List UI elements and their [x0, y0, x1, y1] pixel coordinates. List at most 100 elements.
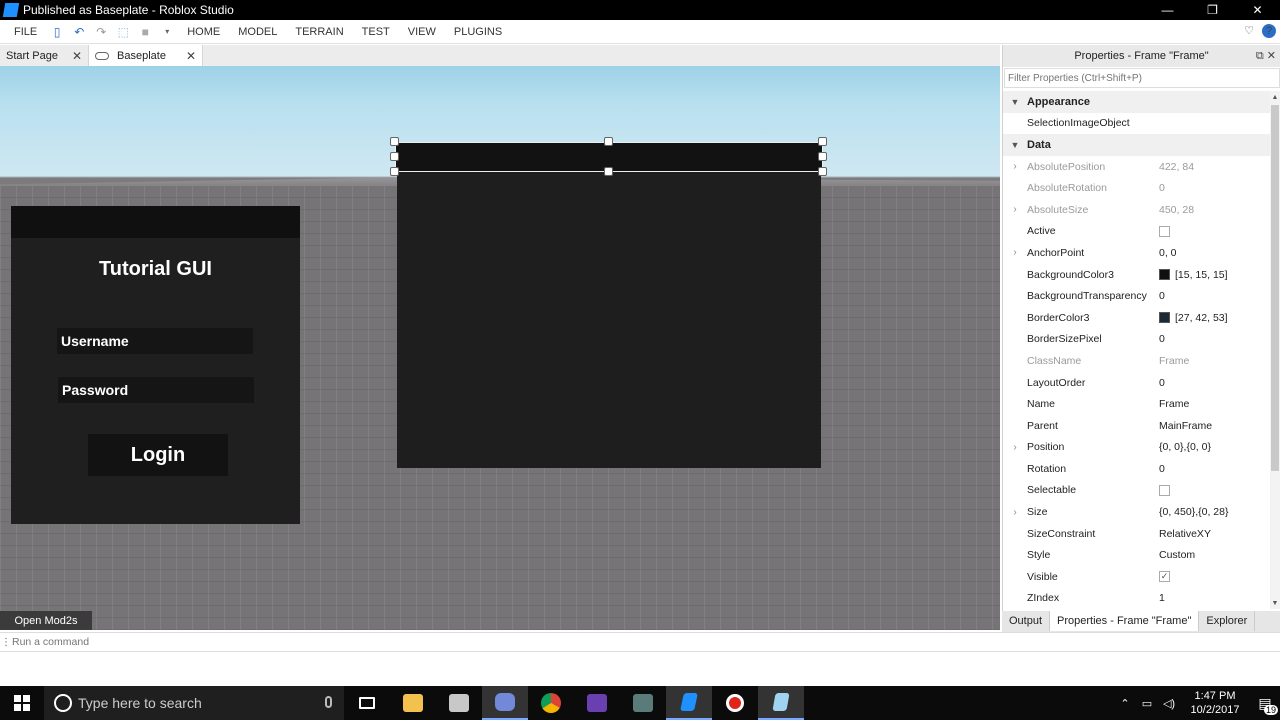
recorder-icon[interactable] — [712, 686, 758, 720]
prop-row[interactable]: BackgroundTransparency 0 — [1003, 285, 1271, 307]
prop-row[interactable]: › AbsolutePosition 422, 84 — [1003, 156, 1271, 178]
visible-checkbox[interactable]: ✓ — [1159, 571, 1170, 583]
prop-row[interactable]: BorderColor3 [27, 42, 53] — [1003, 307, 1271, 329]
prop-value[interactable]: Custom — [1159, 549, 1271, 561]
prop-row[interactable]: › AnchorPoint 0, 0 — [1003, 242, 1271, 264]
prop-row[interactable]: › AbsoluteSize 450, 28 — [1003, 199, 1271, 221]
menu-file[interactable]: FILE — [0, 26, 46, 38]
new-file-icon[interactable]: ▯ — [50, 25, 64, 39]
network-icon[interactable]: ▭ — [1136, 697, 1158, 710]
command-input[interactable] — [12, 636, 1212, 648]
resize-handle[interactable] — [818, 137, 827, 146]
task-view-icon[interactable] — [344, 686, 390, 720]
store-icon[interactable] — [436, 686, 482, 720]
prop-row[interactable]: AbsoluteRotation 0 — [1003, 177, 1271, 199]
prop-row[interactable]: › Size {0, 450},{0, 28} — [1003, 501, 1271, 523]
ribbon-collapse-icon[interactable]: ♡ — [1244, 24, 1254, 38]
close-tab-icon[interactable]: ✕ — [186, 49, 196, 63]
prop-row[interactable]: Style Custom — [1003, 544, 1271, 566]
taskbar-search[interactable]: Type here to search — [44, 686, 344, 720]
active-checkbox[interactable] — [1159, 225, 1170, 237]
prop-row[interactable]: BorderSizePixel 0 — [1003, 329, 1271, 351]
prop-row[interactable]: Rotation 0 — [1003, 458, 1271, 480]
main-frame[interactable] — [397, 142, 821, 468]
prop-row[interactable]: Parent MainFrame — [1003, 415, 1271, 437]
prop-row[interactable]: › Position {0, 0},{0, 0} — [1003, 437, 1271, 459]
menu-terrain[interactable]: TERRAIN — [286, 26, 352, 38]
file-explorer-icon[interactable] — [390, 686, 436, 720]
open-mod-button[interactable]: Open Mod2s — [0, 611, 92, 630]
tab-start-page[interactable]: Start Page ✕ — [0, 45, 90, 66]
menu-view[interactable]: VIEW — [399, 26, 445, 38]
expand-icon[interactable]: › — [1003, 442, 1027, 453]
quick-access-dropdown-icon[interactable]: ▾ — [160, 25, 174, 39]
filter-properties-input[interactable] — [1004, 68, 1280, 88]
menu-model[interactable]: MODEL — [229, 26, 286, 38]
prop-value[interactable]: 1 — [1159, 592, 1271, 604]
tab-explorer[interactable]: Explorer — [1199, 611, 1256, 631]
roblox-player-icon[interactable] — [758, 686, 804, 720]
action-center-icon[interactable]: ▤ 19 — [1250, 686, 1280, 720]
menu-home[interactable]: HOME — [178, 26, 229, 38]
prop-value[interactable]: [15, 15, 15] — [1175, 269, 1228, 281]
tab-baseplate[interactable]: Baseplate ✕ — [89, 45, 204, 66]
restore-button[interactable]: ❐ — [1190, 0, 1235, 20]
collapse-icon[interactable]: ▼ — [1003, 140, 1027, 150]
scroll-thumb[interactable] — [1271, 105, 1279, 471]
stop-icon[interactable]: ■ — [138, 25, 152, 39]
prop-row[interactable]: LayoutOrder 0 — [1003, 372, 1271, 394]
app-icon[interactable] — [620, 686, 666, 720]
collapse-icon[interactable]: ▼ — [1003, 97, 1027, 107]
resize-handle[interactable] — [818, 167, 827, 176]
show-hidden-icons-icon[interactable]: ⌃ — [1114, 697, 1136, 710]
prop-row[interactable]: Active — [1003, 221, 1271, 243]
password-field[interactable]: Password — [58, 377, 254, 403]
start-button[interactable] — [0, 686, 44, 720]
resize-handle[interactable] — [604, 137, 613, 146]
undo-icon[interactable]: ↶ — [72, 25, 86, 39]
resize-handle[interactable] — [390, 167, 399, 176]
prop-value[interactable]: 0, 0 — [1159, 247, 1271, 259]
redo-icon[interactable]: ↷ — [94, 25, 108, 39]
resize-handle[interactable] — [818, 152, 827, 161]
prop-value[interactable]: [27, 42, 53] — [1175, 312, 1228, 324]
section-appearance[interactable]: ▼ Appearance — [1003, 91, 1271, 113]
prop-value[interactable]: {0, 450},{0, 28} — [1159, 506, 1271, 518]
prop-row[interactable]: Name Frame — [1003, 393, 1271, 415]
dp-app-icon[interactable] — [574, 686, 620, 720]
close-tab-icon[interactable]: ✕ — [72, 49, 82, 63]
properties-scrollbar[interactable]: ▲ ▼ — [1270, 91, 1280, 609]
prop-value[interactable]: 0 — [1159, 290, 1271, 302]
chrome-icon[interactable] — [528, 686, 574, 720]
tab-output[interactable]: Output — [1002, 611, 1051, 631]
scroll-down-icon[interactable]: ▼ — [1270, 597, 1280, 609]
expand-icon[interactable]: › — [1003, 507, 1027, 518]
prop-row[interactable]: ClassName Frame — [1003, 350, 1271, 372]
tutorial-gui-panel[interactable]: Tutorial GUI Username Password Login — [11, 206, 300, 524]
prop-value[interactable]: 0 — [1159, 333, 1271, 345]
help-icon[interactable]: ? — [1262, 24, 1276, 38]
prop-value[interactable]: Frame — [1159, 398, 1271, 410]
expand-icon[interactable]: › — [1003, 161, 1027, 172]
selectable-checkbox[interactable] — [1159, 484, 1170, 496]
drag-handle-icon[interactable]: ⋮ — [0, 637, 12, 648]
menu-plugins[interactable]: PLUGINS — [445, 26, 511, 38]
prop-row[interactable]: SizeConstraint RelativeXY — [1003, 523, 1271, 545]
prop-value[interactable]: MainFrame — [1159, 420, 1271, 432]
roblox-studio-taskbar-icon[interactable] — [666, 686, 712, 720]
color-swatch[interactable] — [1159, 312, 1170, 324]
resize-handle[interactable] — [390, 137, 399, 146]
prop-value[interactable]: 0 — [1159, 463, 1271, 475]
prop-row[interactable]: Selectable — [1003, 480, 1271, 502]
close-window-button[interactable]: ✕ — [1235, 0, 1280, 20]
3d-viewport[interactable]: Tutorial GUI Username Password Login Ope… — [0, 66, 1000, 630]
prop-row[interactable]: ZIndex 1 — [1003, 588, 1271, 609]
resize-handle[interactable] — [390, 152, 399, 161]
microphone-icon[interactable] — [325, 696, 332, 708]
prop-row[interactable]: SelectionImageObject — [1003, 113, 1271, 135]
dock-icon[interactable]: ⧉ ✕ — [1256, 49, 1276, 63]
expand-icon[interactable]: › — [1003, 247, 1027, 258]
tab-properties[interactable]: Properties - Frame "Frame" — [1050, 611, 1200, 631]
prop-value[interactable]: {0, 0},{0, 0} — [1159, 441, 1271, 453]
resize-handle[interactable] — [604, 167, 613, 176]
